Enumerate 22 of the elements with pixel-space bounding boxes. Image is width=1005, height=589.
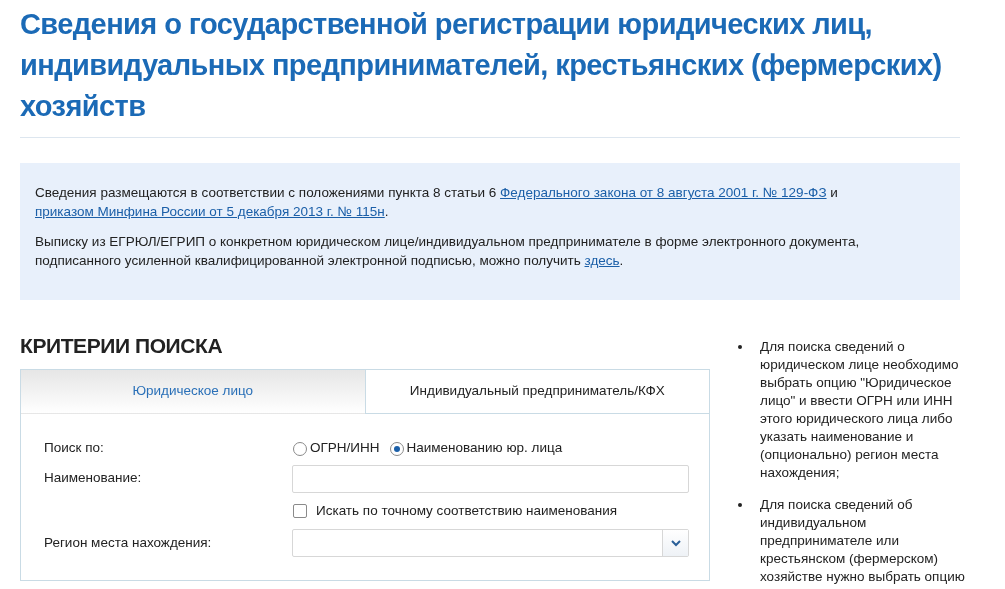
field-label: Поиск по: xyxy=(44,439,105,458)
link[interactable]: Федерального закона от 8 августа 2001 г. № 129-ФЗ xyxy=(500,185,827,200)
field-label: Наименование: xyxy=(44,469,143,487)
field-label: Регион места нахождения: xyxy=(44,533,213,552)
radio-option[interactable]: ОГРН/ИНН xyxy=(293,438,380,459)
bullet-icon xyxy=(738,503,742,507)
bullet-icon xyxy=(738,345,742,349)
radio-option[interactable]: Наименованию юр. лица xyxy=(389,438,563,459)
help-text: Для поиска сведений о юридическом лице необходимо выбрать опцию "Юридическое лицо" и ввести ОГРН или ИНН этого юридического лица либо указать наименование и (опционально) регион места нахождения; xyxy=(760,338,960,482)
tab[interactable]: Юридическое лицо xyxy=(21,370,365,414)
link[interactable]: здесь xyxy=(584,253,620,268)
name-input[interactable] xyxy=(291,465,689,493)
link[interactable]: приказом Минфина России от 5 декабря 2013 г. № 115н xyxy=(35,204,385,219)
checkbox-option[interactable]: Искать по точному соответствию наименования xyxy=(293,500,618,522)
section-heading: КРИТЕРИИ ПОИСКА xyxy=(20,333,224,358)
notice-paragraph: Сведения размещаются в соответствии с положениями пункта 8 статьи 6 Федерального закона от 8 августа 2001 г. № 129-ФЗ и приказом Минфина России от 5 декабря 2013 г. № 115н. xyxy=(35,184,839,221)
tab[interactable]: Индивидуальный предприниматель/КФХ xyxy=(364,370,709,414)
page-title: Сведения о государственной регистрации юридических лиц, индивидуальных предпринимателей, крестьянских (фермерских) хозяйств xyxy=(20,4,960,138)
notice-paragraph: Выписку из ЕГРЮЛ/ЕГРИП о конкретном юридическом лице/индивидуальном предпринимателе в форме электронного документа, подписанного усиленной квалифицированной электронной подписью, можно получить здесь. xyxy=(35,233,861,270)
region-select[interactable] xyxy=(291,529,689,557)
help-text: Для поиска сведений об индивидуальном предпринимателе или крестьянском (фермерском) хозяйстве нужно выбрать опцию xyxy=(760,496,966,586)
chevron-down-icon xyxy=(670,539,681,547)
